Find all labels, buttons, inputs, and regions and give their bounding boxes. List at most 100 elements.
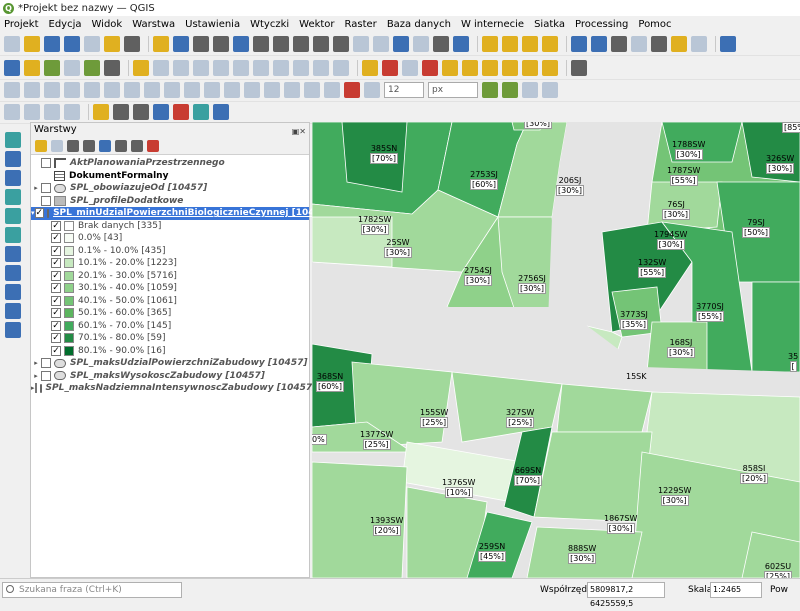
cut-icon[interactable] [253,59,269,76]
symbol-unit-select[interactable]: px [428,81,478,98]
zoom-full-icon[interactable] [233,35,249,52]
legend-class-row[interactable]: ✓ 70.1% - 80.0% [59] [31,332,309,345]
reshape-icon[interactable] [184,81,200,98]
save-as-icon[interactable] [64,35,80,52]
layer-row[interactable]: ▸ SPL_maksUdzialPowierzchniZabudowy [104… [31,357,309,370]
layer-checkbox[interactable] [41,183,51,194]
add-line-layer-icon[interactable] [5,208,21,224]
layer-row-selected[interactable]: ▾ ✓ SPL_minUdzialPowierzchniBiologicznie… [31,207,331,220]
attribute-table-icon[interactable] [631,35,647,52]
layer-row[interactable]: ▸ SPL_maksNadziemnaIntensywnoscZabudowy … [31,382,316,395]
legend-class-row[interactable]: ✓ 80.1% - 90.0% [16] [31,345,309,358]
legend-class-row[interactable]: ✓ 40.1% - 50.0% [1061] [31,295,309,308]
shape-digitize-icon[interactable] [4,103,20,120]
merge-features-icon[interactable] [304,81,320,98]
scale-field[interactable]: 1:2465 [710,582,762,598]
zoom-layer-icon[interactable] [273,35,289,52]
add-raster-icon[interactable] [64,59,80,76]
add-point-layer-icon[interactable] [5,189,21,205]
binary-plugin-icon[interactable] [113,103,129,120]
menu-warstwa[interactable]: Warstwa [132,19,175,30]
fill-ring-icon[interactable] [124,81,140,98]
menu-wtyczki[interactable]: Wtyczki [250,19,289,30]
map-tips-icon[interactable] [691,35,707,52]
open-project-icon[interactable] [24,35,40,52]
add-polygon-layer-icon[interactable] [5,227,21,243]
layer-row[interactable]: SPL_profileDodatkowe [31,195,309,208]
add-wms-icon[interactable] [5,246,21,262]
map-canvas[interactable]: [30%][85%385SN[70%]1788SW[30%]326SW[30%]… [312,122,800,578]
legend-class-row[interactable]: ✓ 20.1% - 30.0% [5716] [31,270,309,283]
add-xyz-icon[interactable] [5,303,21,319]
sdot-plugin-icon[interactable] [133,103,149,120]
remove-layer-icon[interactable] [147,139,159,152]
rectangle-digitize-icon[interactable] [44,103,60,120]
new-geopackage-icon[interactable] [24,59,40,76]
merge-attributes-icon[interactable] [324,81,340,98]
trim-extend-icon[interactable] [244,81,260,98]
zoom-next-icon[interactable] [333,35,349,52]
layer-checkbox[interactable] [41,370,51,381]
polygon-digitize-icon[interactable] [64,103,80,120]
coordinate-field[interactable]: 5809817,2 6425559,5 [587,582,665,608]
menu-edycja[interactable]: Edycja [49,19,82,30]
rotate-label-icon[interactable] [462,59,478,76]
legend-class-row[interactable]: ✓ 10.1% - 20.0% [1223] [31,257,309,270]
toggle-edit-icon[interactable] [153,59,169,76]
layer-row[interactable]: ▸ SPL_obowiazujeOd [10457] [31,182,309,195]
bookmark-icon[interactable] [393,35,409,52]
show-bookmarks-icon[interactable] [413,35,429,52]
zoom-selection-icon[interactable] [253,35,269,52]
refresh-icon[interactable] [453,35,469,52]
deselect-all-icon[interactable] [542,35,558,52]
statistics-sigma-icon[interactable] [611,35,627,52]
legend-class-row[interactable]: ✓ 60.1% - 70.0% [145] [31,320,309,333]
add-group-icon[interactable] [51,139,63,152]
magnet-snapping-icon[interactable] [344,81,360,98]
settings-gear-icon[interactable] [591,35,607,52]
simplify-icon[interactable] [64,81,80,98]
label-icon[interactable] [362,59,378,76]
expand-all-icon[interactable] [115,139,127,152]
python-console-icon[interactable] [93,103,109,120]
vertex-editor-icon[interactable] [5,132,21,148]
move-label-icon[interactable] [442,59,458,76]
snap-intersection-icon[interactable] [502,81,518,98]
menu-baza-danych[interactable]: Baza danych [387,19,451,30]
menu-ustawienia[interactable]: Ustawienia [185,19,240,30]
layer-row[interactable]: AktPlanowaniaPrzestrzennego [31,157,309,170]
legend-class-checkbox[interactable]: ✓ [51,333,61,344]
layer-checkbox[interactable] [41,158,51,169]
collapse-all-icon[interactable] [131,139,143,152]
delete-part-icon[interactable] [164,81,180,98]
zoom-in-icon[interactable] [193,35,209,52]
save-edits-icon[interactable] [173,59,189,76]
manage-visibility-icon[interactable] [67,139,79,152]
menu-w-internecie[interactable]: W internecie [461,19,524,30]
gps-icon[interactable] [571,59,587,76]
new-map-view-icon[interactable] [353,35,369,52]
filter-legend-icon[interactable] [83,139,95,152]
label-toolbar-icon[interactable] [382,59,398,76]
pin-labels-icon[interactable] [402,59,418,76]
paste-icon[interactable] [293,59,309,76]
reload-plugin-icon[interactable] [153,103,169,120]
change-label-icon[interactable] [482,59,498,76]
legend-class-checkbox[interactable]: ✓ [51,245,61,256]
select-by-value-icon[interactable] [502,35,518,52]
legend-class-checkbox[interactable]: ✓ [51,220,61,231]
reverse-line-icon[interactable] [224,81,240,98]
highlight-labels-icon[interactable] [422,59,438,76]
add-csv-icon[interactable] [84,59,100,76]
expand-arrow-icon[interactable]: ▸ [31,372,41,380]
menu-wektor[interactable]: Wektor [299,19,334,30]
legend-class-checkbox[interactable]: ✓ [51,283,61,294]
circle-digitize-icon[interactable] [24,103,40,120]
grid-icon[interactable] [5,151,21,167]
legend-class-row[interactable]: ✓ 0.1% - 10.0% [435] [31,245,309,258]
menu-pomoc[interactable]: Pomoc [638,19,671,30]
panel-float-close-icon[interactable]: ▣✕ [292,125,306,139]
rotate-feature-icon[interactable] [44,81,60,98]
locator-search-input[interactable]: Szukana fraza (Ctrl+K) [2,582,182,598]
new-3d-view-icon[interactable] [373,35,389,52]
